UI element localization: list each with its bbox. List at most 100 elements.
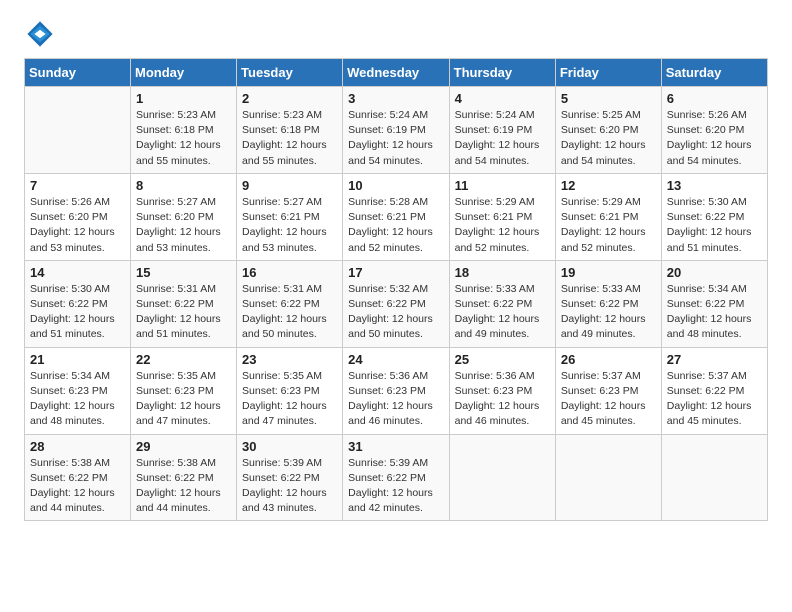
day-info: Sunrise: 5:27 AM Sunset: 6:21 PM Dayligh…: [242, 195, 337, 256]
day-number: 18: [455, 265, 550, 280]
day-number: 10: [348, 178, 443, 193]
day-number: 17: [348, 265, 443, 280]
calendar-cell: 20 Sunrise: 5:34 AM Sunset: 6:22 PM Dayli…: [661, 260, 767, 347]
calendar-cell: [555, 434, 661, 521]
calendar-cell: 2 Sunrise: 5:23 AM Sunset: 6:18 PM Daylig…: [237, 87, 343, 174]
weekday-header-saturday: Saturday: [661, 59, 767, 87]
day-number: 2: [242, 91, 337, 106]
day-number: 3: [348, 91, 443, 106]
day-info: Sunrise: 5:30 AM Sunset: 6:22 PM Dayligh…: [30, 282, 125, 343]
day-info: Sunrise: 5:35 AM Sunset: 6:23 PM Dayligh…: [136, 369, 231, 430]
calendar-cell: 14 Sunrise: 5:30 AM Sunset: 6:22 PM Dayli…: [25, 260, 131, 347]
weekday-header-thursday: Thursday: [449, 59, 555, 87]
day-number: 11: [455, 178, 550, 193]
day-info: Sunrise: 5:32 AM Sunset: 6:22 PM Dayligh…: [348, 282, 443, 343]
day-info: Sunrise: 5:33 AM Sunset: 6:22 PM Dayligh…: [561, 282, 656, 343]
day-number: 23: [242, 352, 337, 367]
calendar-cell: 7 Sunrise: 5:26 AM Sunset: 6:20 PM Daylig…: [25, 173, 131, 260]
day-number: 1: [136, 91, 231, 106]
weekday-header-friday: Friday: [555, 59, 661, 87]
calendar-cell: 19Sunrise: 5:33 AM Sunset: 6:22 PM Dayli…: [555, 260, 661, 347]
day-number: 29: [136, 439, 231, 454]
day-info: Sunrise: 5:27 AM Sunset: 6:20 PM Dayligh…: [136, 195, 231, 256]
page-header: [24, 20, 768, 48]
day-info: Sunrise: 5:38 AM Sunset: 6:22 PM Dayligh…: [136, 456, 231, 517]
weekday-header-tuesday: Tuesday: [237, 59, 343, 87]
day-number: 20: [667, 265, 762, 280]
day-info: Sunrise: 5:29 AM Sunset: 6:21 PM Dayligh…: [455, 195, 550, 256]
day-number: 16: [242, 265, 337, 280]
day-info: Sunrise: 5:37 AM Sunset: 6:22 PM Dayligh…: [667, 369, 762, 430]
logo: [24, 20, 58, 48]
day-info: Sunrise: 5:36 AM Sunset: 6:23 PM Dayligh…: [455, 369, 550, 430]
day-number: 26: [561, 352, 656, 367]
calendar-cell: 23 Sunrise: 5:35 AM Sunset: 6:23 PM Dayli…: [237, 347, 343, 434]
calendar-week-2: 7 Sunrise: 5:26 AM Sunset: 6:20 PM Daylig…: [25, 173, 768, 260]
day-number: 14: [30, 265, 125, 280]
day-info: Sunrise: 5:35 AM Sunset: 6:23 PM Dayligh…: [242, 369, 337, 430]
calendar-cell: [661, 434, 767, 521]
calendar-cell: 31Sunrise: 5:39 AM Sunset: 6:22 PM Dayli…: [343, 434, 449, 521]
weekday-header-row: SundayMondayTuesdayWednesdayThursdayFrid…: [25, 59, 768, 87]
day-number: 13: [667, 178, 762, 193]
day-info: Sunrise: 5:34 AM Sunset: 6:23 PM Dayligh…: [30, 369, 125, 430]
weekday-header-sunday: Sunday: [25, 59, 131, 87]
calendar-week-5: 28 Sunrise: 5:38 AM Sunset: 6:22 PM Dayli…: [25, 434, 768, 521]
day-number: 9: [242, 178, 337, 193]
logo-icon: [26, 20, 54, 48]
day-info: Sunrise: 5:28 AM Sunset: 6:21 PM Dayligh…: [348, 195, 443, 256]
weekday-header-monday: Monday: [131, 59, 237, 87]
day-number: 21: [30, 352, 125, 367]
calendar-cell: 29 Sunrise: 5:38 AM Sunset: 6:22 PM Dayli…: [131, 434, 237, 521]
day-number: 12: [561, 178, 656, 193]
calendar-header: SundayMondayTuesdayWednesdayThursdayFrid…: [25, 59, 768, 87]
day-info: Sunrise: 5:23 AM Sunset: 6:18 PM Dayligh…: [136, 108, 231, 169]
calendar-cell: 5Sunrise: 5:25 AM Sunset: 6:20 PM Daylig…: [555, 87, 661, 174]
day-info: Sunrise: 5:26 AM Sunset: 6:20 PM Dayligh…: [667, 108, 762, 169]
day-info: Sunrise: 5:25 AM Sunset: 6:20 PM Dayligh…: [561, 108, 656, 169]
calendar-cell: 3 Sunrise: 5:24 AM Sunset: 6:19 PM Daylig…: [343, 87, 449, 174]
day-info: Sunrise: 5:37 AM Sunset: 6:23 PM Dayligh…: [561, 369, 656, 430]
calendar-cell: 4 Sunrise: 5:24 AM Sunset: 6:19 PM Daylig…: [449, 87, 555, 174]
calendar-cell: 10 Sunrise: 5:28 AM Sunset: 6:21 PM Dayli…: [343, 173, 449, 260]
day-info: Sunrise: 5:24 AM Sunset: 6:19 PM Dayligh…: [348, 108, 443, 169]
day-info: Sunrise: 5:39 AM Sunset: 6:22 PM Dayligh…: [242, 456, 337, 517]
calendar-table: SundayMondayTuesdayWednesdayThursdayFrid…: [24, 58, 768, 521]
day-number: 28: [30, 439, 125, 454]
calendar-cell: [449, 434, 555, 521]
day-number: 4: [455, 91, 550, 106]
day-info: Sunrise: 5:26 AM Sunset: 6:20 PM Dayligh…: [30, 195, 125, 256]
day-info: Sunrise: 5:23 AM Sunset: 6:18 PM Dayligh…: [242, 108, 337, 169]
day-number: 15: [136, 265, 231, 280]
day-info: Sunrise: 5:36 AM Sunset: 6:23 PM Dayligh…: [348, 369, 443, 430]
calendar-cell: 12 Sunrise: 5:29 AM Sunset: 6:21 PM Dayli…: [555, 173, 661, 260]
calendar-cell: 9 Sunrise: 5:27 AM Sunset: 6:21 PM Daylig…: [237, 173, 343, 260]
day-info: Sunrise: 5:38 AM Sunset: 6:22 PM Dayligh…: [30, 456, 125, 517]
day-info: Sunrise: 5:24 AM Sunset: 6:19 PM Dayligh…: [455, 108, 550, 169]
calendar-cell: 11 Sunrise: 5:29 AM Sunset: 6:21 PM Dayli…: [449, 173, 555, 260]
calendar-cell: 25 Sunrise: 5:36 AM Sunset: 6:23 PM Dayli…: [449, 347, 555, 434]
day-number: 22: [136, 352, 231, 367]
calendar-cell: 30 Sunrise: 5:39 AM Sunset: 6:22 PM Dayli…: [237, 434, 343, 521]
day-info: Sunrise: 5:33 AM Sunset: 6:22 PM Dayligh…: [455, 282, 550, 343]
day-number: 7: [30, 178, 125, 193]
calendar-cell: 17 Sunrise: 5:32 AM Sunset: 6:22 PM Dayli…: [343, 260, 449, 347]
calendar-week-4: 21 Sunrise: 5:34 AM Sunset: 6:23 PM Dayli…: [25, 347, 768, 434]
day-number: 30: [242, 439, 337, 454]
calendar-cell: 26 Sunrise: 5:37 AM Sunset: 6:23 PM Dayli…: [555, 347, 661, 434]
calendar-cell: 6Sunrise: 5:26 AM Sunset: 6:20 PM Daylig…: [661, 87, 767, 174]
calendar-cell: 1 Sunrise: 5:23 AM Sunset: 6:18 PM Daylig…: [131, 87, 237, 174]
calendar-cell: 15Sunrise: 5:31 AM Sunset: 6:22 PM Dayli…: [131, 260, 237, 347]
calendar-cell: [25, 87, 131, 174]
calendar-cell: 21 Sunrise: 5:34 AM Sunset: 6:23 PM Dayli…: [25, 347, 131, 434]
day-number: 25: [455, 352, 550, 367]
calendar-week-3: 14 Sunrise: 5:30 AM Sunset: 6:22 PM Dayli…: [25, 260, 768, 347]
calendar-cell: 22 Sunrise: 5:35 AM Sunset: 6:23 PM Dayli…: [131, 347, 237, 434]
day-info: Sunrise: 5:29 AM Sunset: 6:21 PM Dayligh…: [561, 195, 656, 256]
calendar-cell: 28 Sunrise: 5:38 AM Sunset: 6:22 PM Dayli…: [25, 434, 131, 521]
calendar-cell: 18 Sunrise: 5:33 AM Sunset: 6:22 PM Dayli…: [449, 260, 555, 347]
day-info: Sunrise: 5:34 AM Sunset: 6:22 PM Dayligh…: [667, 282, 762, 343]
calendar-cell: 16 Sunrise: 5:31 AM Sunset: 6:22 PM Dayli…: [237, 260, 343, 347]
day-info: Sunrise: 5:31 AM Sunset: 6:22 PM Dayligh…: [242, 282, 337, 343]
calendar-week-1: 1 Sunrise: 5:23 AM Sunset: 6:18 PM Daylig…: [25, 87, 768, 174]
